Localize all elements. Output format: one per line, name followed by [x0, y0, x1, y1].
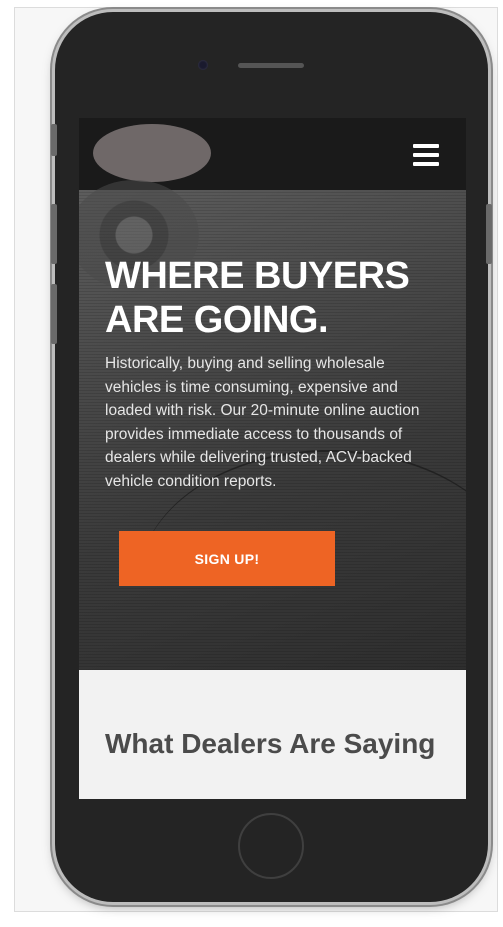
hero-description: Historically, buying and selling wholesa…	[105, 355, 420, 490]
phone-power-button	[486, 204, 492, 264]
phone-screen: WHERE BUYERS ARE GOING. Historically, bu…	[79, 118, 466, 799]
phone-camera	[198, 60, 208, 70]
phone-volume-up-button	[51, 204, 57, 264]
phone-home-button	[238, 813, 304, 879]
hero-title: WHERE BUYERS ARE GOING.	[105, 255, 410, 341]
phone-speaker	[238, 63, 304, 68]
hamburger-menu-icon[interactable]	[413, 144, 439, 166]
phone-volume-down-button	[51, 284, 57, 344]
hero-section: WHERE BUYERS ARE GOING. Historically, bu…	[79, 180, 466, 670]
testimonials-section: What Dealers Are Saying	[79, 670, 466, 799]
testimonials-heading: What Dealers Are Saying	[105, 728, 436, 759]
phone-silent-switch	[51, 124, 57, 156]
site-logo[interactable]	[93, 124, 211, 182]
sign-up-button[interactable]: SIGN UP!	[119, 531, 335, 586]
